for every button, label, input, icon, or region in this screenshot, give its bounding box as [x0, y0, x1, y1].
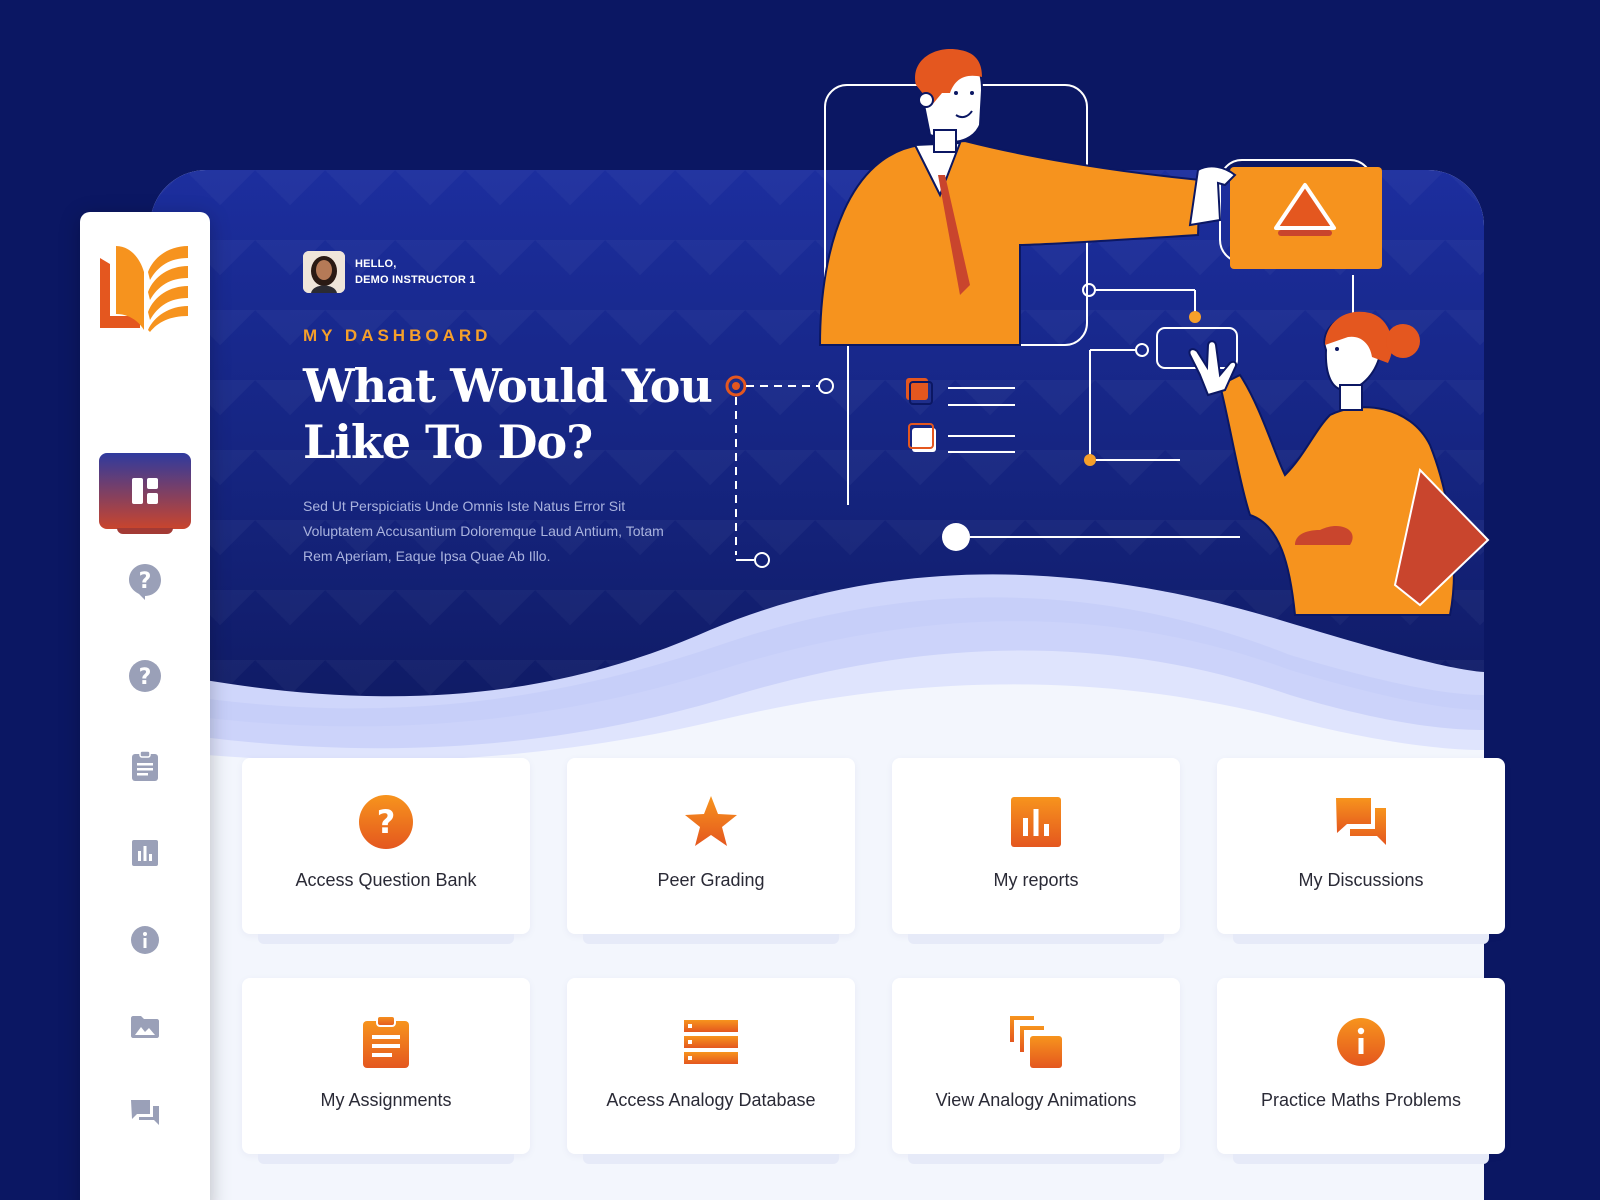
hero-illustration [725, 49, 1490, 616]
card-my-assignments[interactable]: My Assignments [242, 978, 530, 1164]
card-label: My reports [993, 870, 1079, 890]
card-my-reports[interactable]: My reports [892, 758, 1180, 944]
sidebar-item-help-chat[interactable]: ? [125, 562, 165, 602]
card-practice-maths[interactable]: Practice Maths Problems [1217, 978, 1505, 1164]
star-icon [685, 796, 737, 846]
chat-icon [131, 1100, 159, 1125]
card-label: Practice Maths Problems [1260, 1090, 1462, 1110]
info-icon [1337, 1018, 1385, 1066]
layers-icon [1010, 1016, 1062, 1068]
card-question-bank[interactable]: ? Access Question Bank [242, 758, 530, 944]
help-chat-icon: ? [129, 564, 161, 600]
card-my-discussions[interactable]: My Discussions [1217, 758, 1505, 944]
sidebar: ? ? [80, 212, 210, 1200]
greeting-hello: HELLO, [355, 258, 397, 270]
card-analogy-database[interactable]: Access Analogy Database [567, 978, 855, 1164]
clipboard-icon [363, 1015, 409, 1068]
greeting: HELLO, DEMO INSTRUCTOR 1 [303, 251, 476, 293]
sidebar-item-assignments[interactable] [125, 746, 165, 786]
card-label: View Analogy Animations [935, 1090, 1137, 1110]
page-title: What Would You Like To Do? [303, 358, 723, 470]
card-peer-grading[interactable]: Peer Grading [567, 758, 855, 944]
card-label: Access Question Bank [295, 870, 477, 890]
sidebar-item-discussions[interactable] [125, 1093, 165, 1133]
headline-line-2: Like To Do? [303, 415, 593, 469]
hero-description: Sed Ut Perspiciatis Unde Omnis Iste Natu… [303, 498, 664, 564]
svg-text:?: ? [377, 803, 396, 841]
sidebar-item-dashboard[interactable] [99, 453, 191, 534]
list-icon [684, 1020, 738, 1064]
bar-chart-icon [132, 840, 158, 866]
card-label: My Assignments [320, 1090, 452, 1110]
sidebar-item-reports[interactable] [125, 833, 165, 873]
clipboard-icon [132, 750, 158, 781]
sidebar-item-info[interactable] [125, 920, 165, 960]
card-label: My Discussions [1298, 870, 1424, 890]
sidebar-item-help[interactable]: ? [125, 656, 165, 696]
bar-chart-icon [1011, 797, 1061, 847]
svg-text:?: ? [139, 665, 152, 690]
avatar[interactable] [303, 251, 345, 293]
info-icon [131, 926, 159, 954]
card-analogy-animations[interactable]: View Analogy Animations [892, 978, 1180, 1164]
svg-text:?: ? [139, 569, 152, 594]
headline-line-1: What Would You [303, 359, 713, 413]
question-icon: ? [359, 795, 413, 849]
image-icon [131, 1016, 159, 1038]
greeting-name: DEMO INSTRUCTOR 1 [355, 274, 476, 286]
book-logo-icon [100, 246, 188, 332]
help-circle-icon: ? [129, 660, 161, 692]
card-label: Peer Grading [657, 870, 765, 890]
dashboard-eyebrow: MY DASHBOARD [303, 326, 492, 345]
sidebar-item-gallery[interactable] [125, 1007, 165, 1047]
dashboard-icon [132, 478, 158, 504]
card-label: Access Analogy Database [606, 1090, 816, 1110]
chat-icon [1336, 798, 1386, 845]
